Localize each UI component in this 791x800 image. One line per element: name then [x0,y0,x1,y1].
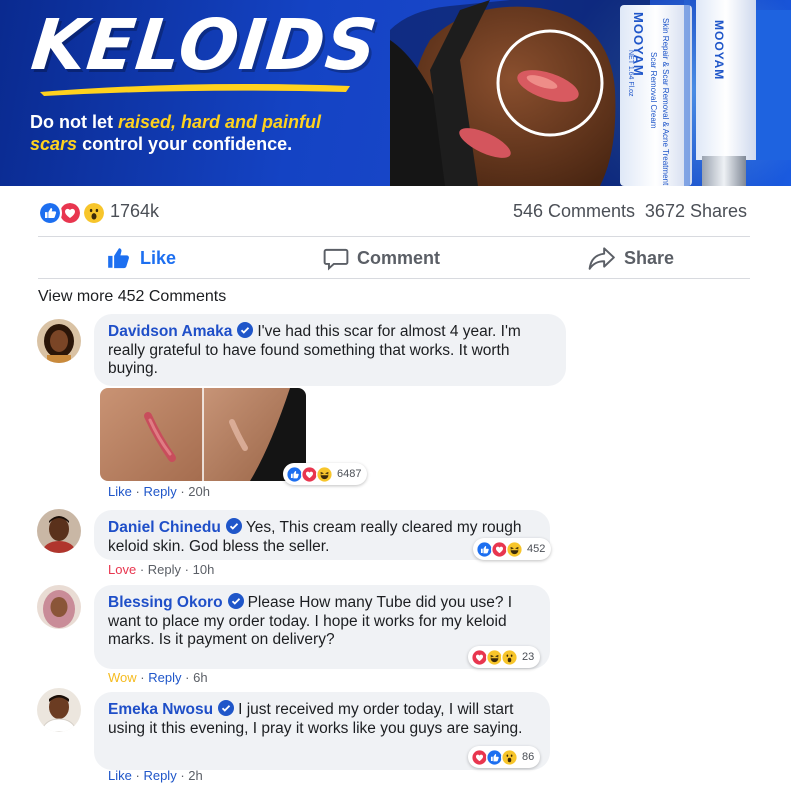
comment-meta: Like · Reply · 2h [108,768,203,783]
product-label: Skin Repair & Scar Removal & Acne Treatm… [661,18,670,186]
commenter-name[interactable]: Blessing Okoro [108,594,223,611]
verified-badge-icon [225,518,242,534]
separator-dot: · [135,484,140,499]
share-label: Share [624,247,675,268]
comment-bubble-icon [323,248,349,271]
shoulder-scar-image [390,0,650,186]
reaction-count: 23 [522,651,535,663]
avatar-man-image [37,509,81,553]
avatar-woman-image [37,319,81,363]
verified-badge-icon [227,593,244,609]
verified-badge-icon [218,700,235,716]
comment-meta: Like · Reply · 20h [108,484,210,499]
divider [38,236,750,237]
love-reaction-action[interactable]: Love [108,562,136,577]
ad-banner: KELOIDS Do not let raised, hard and pain… [0,0,791,186]
comment-reactions[interactable]: 452 [473,538,552,560]
like-button[interactable]: Like [106,244,176,272]
post-action-bar: Like Comment Share [38,238,750,278]
tagline-part: control your confidence. [77,134,293,154]
avatar-man-image [37,688,81,732]
commenter-name[interactable]: Emeka Nwosu [108,701,213,718]
comment-reactions[interactable]: 23 [468,646,541,668]
like-reply-action[interactable]: Like [108,768,132,783]
tagline-part: Do not let [30,112,118,132]
shares-count[interactable]: 3672 Shares [645,201,747,222]
reaction-count: 6487 [337,468,362,480]
post-stats: 1764k 546 Comments 3672 Shares [38,199,750,225]
comment-label: Comment [357,247,441,268]
separator-dot: · [135,768,140,783]
separator-dot: · [140,670,145,685]
like-label: Like [140,247,177,268]
haha-reaction-icon [506,540,523,558]
product-label: Scar Removal Cream [649,52,658,129]
separator-dot: · [180,768,185,783]
tagline-highlight: raised, hard and painful [118,112,322,132]
product-tube-image: MOOYAM Scar Removal Cream Skin Repair & … [612,0,791,186]
comment-meta: Love · Reply · 10h [108,562,214,577]
comment-photo-before-after[interactable] [100,388,306,481]
avatar[interactable] [37,585,81,629]
haha-reaction-icon [316,465,333,483]
like-reaction-icon [38,201,62,225]
separator-dot: · [139,562,145,577]
like-reply-action[interactable]: Like [108,484,132,499]
comment-time: 2h [188,768,203,783]
reaction-count[interactable]: 1764k [110,201,159,222]
banner-headline: KELOIDS [27,4,382,86]
avatar[interactable] [37,319,81,363]
comments-count[interactable]: 546 Comments [513,201,635,222]
comment-meta: Wow · Reply · 6h [108,670,208,685]
banner-tagline: Do not let raised, hard and painful scar… [30,111,370,155]
avatar[interactable] [37,509,81,553]
commenter-name[interactable]: Daniel Chinedu [108,519,221,536]
share-button[interactable]: Share [588,244,674,272]
divider [38,278,750,279]
separator-dot: · [180,484,185,499]
verified-badge-icon [237,322,254,338]
avatar[interactable] [37,688,81,732]
headline-underline-swoosh [40,84,350,96]
comment-time: 10h [192,562,215,577]
separator-dot: · [184,562,190,577]
comment-reactions[interactable]: 6487 [283,463,368,485]
thumbs-up-icon [108,248,129,269]
reply-link[interactable]: Reply [148,562,181,577]
product-brand: MOOYAM [712,20,726,81]
reaction-count: 452 [527,543,546,555]
share-arrow-icon [588,247,615,270]
reaction-count: 86 [522,751,535,763]
product-net: NET 1.64 Fl.oz [627,50,634,97]
comment-bubble: Davidson Amaka I've had this scar for alm… [94,314,566,386]
wow-reaction-icon [82,201,106,225]
comment-reactions[interactable]: 86 [468,746,541,768]
reply-link[interactable]: Reply [143,768,176,783]
comment-time: 20h [188,484,210,499]
wow-reaction-icon [501,748,518,766]
avatar-woman-hijab-image [37,585,81,629]
comment-time: 6h [193,670,208,685]
tagline-highlight: scars [30,134,78,154]
comment-button[interactable]: Comment [323,244,440,272]
commenter-name[interactable]: Davidson Amaka [108,323,232,340]
separator-dot: · [185,670,190,685]
reply-link[interactable]: Reply [148,670,181,685]
wow-reaction-icon [501,648,518,666]
view-more-comments-link[interactable]: View more 452 Comments [38,288,226,306]
wow-reaction-action[interactable]: Wow [108,670,137,685]
scar-before-after-image [100,388,306,481]
reply-link[interactable]: Reply [143,484,176,499]
